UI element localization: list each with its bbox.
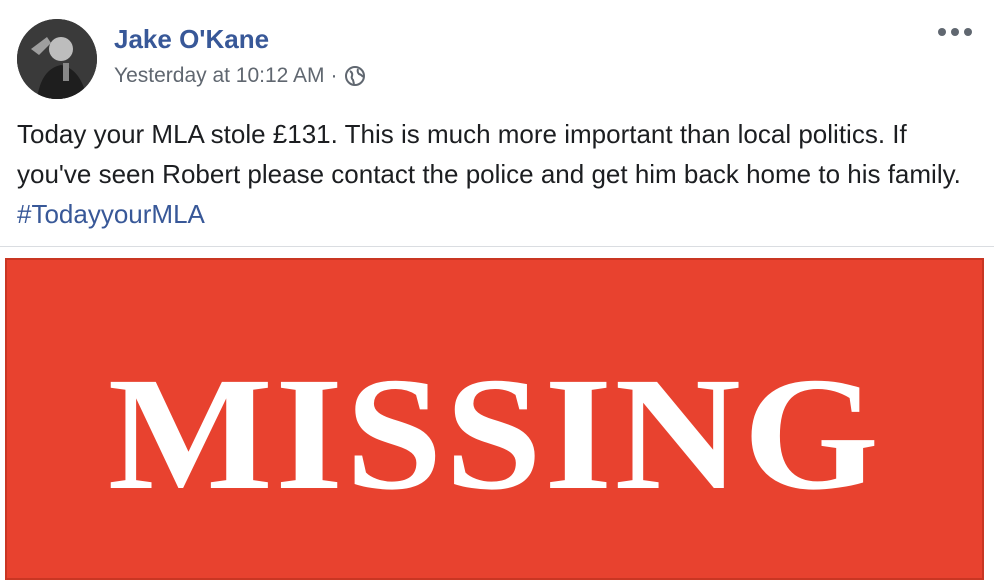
more-options-button[interactable] (938, 22, 972, 42)
ellipsis-icon (938, 28, 946, 36)
post-timestamp[interactable]: Yesterday at 10:12 AM (114, 64, 325, 88)
facebook-post: Jake O'Kane Yesterday at 10:12 AM · Toda… (0, 0, 994, 580)
avatar[interactable] (17, 19, 97, 99)
missing-banner: MISSING (5, 258, 984, 580)
post-text: Today your MLA stole £131. This is much … (17, 114, 977, 234)
author-name[interactable]: Jake O'Kane (114, 24, 269, 55)
ellipsis-icon (951, 28, 959, 36)
hashtag-link[interactable]: #TodayyourMLA (17, 199, 205, 229)
avatar-photo (17, 19, 97, 99)
globe-icon[interactable] (344, 65, 366, 87)
post-image[interactable]: MISSING (0, 247, 994, 580)
ellipsis-icon (964, 28, 972, 36)
post-body: Today your MLA stole £131. This is much … (17, 119, 961, 189)
post-meta: Yesterday at 10:12 AM · (114, 64, 366, 88)
missing-banner-text: MISSING (107, 345, 882, 524)
meta-separator: · (330, 64, 338, 87)
